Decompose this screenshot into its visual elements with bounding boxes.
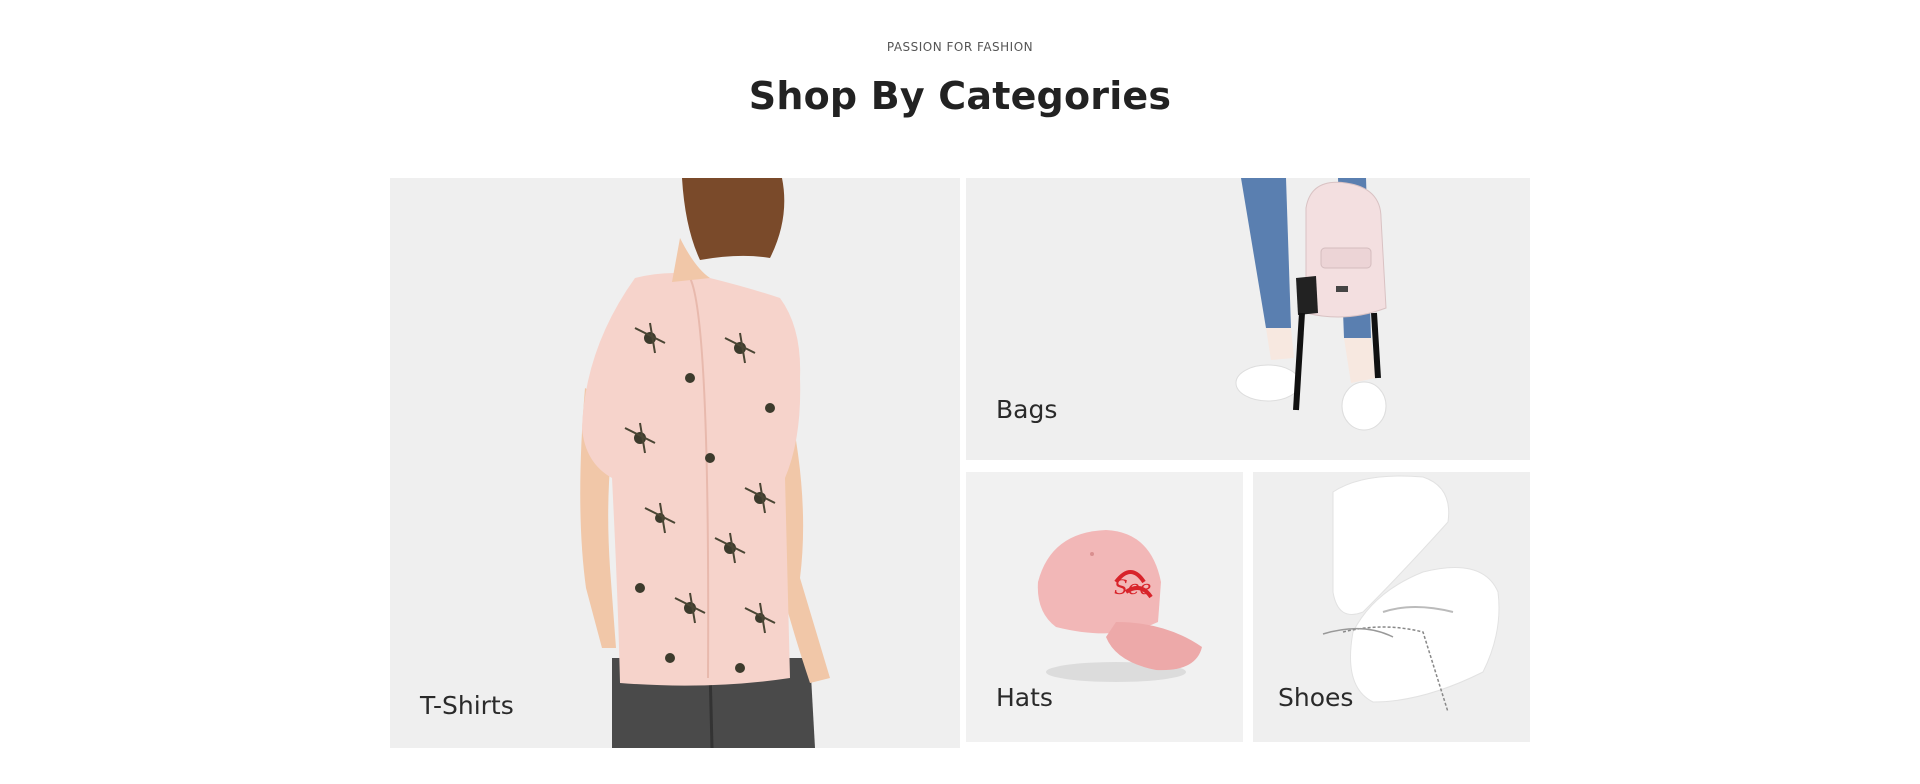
category-tile-bags[interactable]: Bags [966, 178, 1530, 460]
section-title: Shop By Categories [748, 74, 1172, 118]
category-label-shoes: Shoes [1278, 683, 1354, 712]
category-label-tshirts: T-Shirts [420, 691, 514, 720]
category-tile-tshirts[interactable]: T-Shirts [390, 178, 960, 748]
category-tile-shoes[interactable]: Shoes [1253, 472, 1530, 742]
category-tile-hats[interactable]: See Hats [966, 472, 1243, 742]
svg-text:See: See [1114, 575, 1151, 599]
shop-by-categories-section: PASSION FOR FASHION Shop By Categories T… [0, 0, 1920, 784]
section-eyebrow: PASSION FOR FASHION [886, 40, 1034, 54]
floral-shirt-image [390, 178, 960, 748]
category-label-bags: Bags [996, 395, 1058, 424]
category-label-hats: Hats [996, 683, 1053, 712]
